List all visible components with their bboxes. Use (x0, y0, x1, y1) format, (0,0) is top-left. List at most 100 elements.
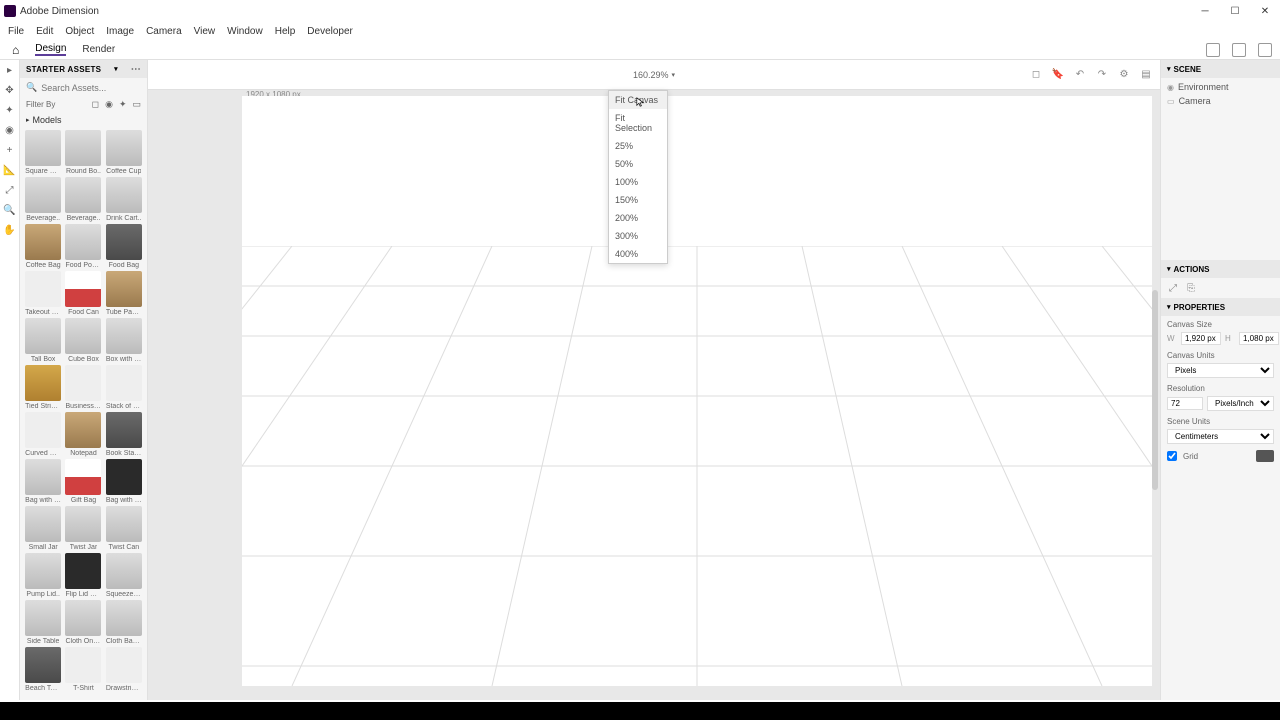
asset-thumb[interactable]: T-Shirt (64, 647, 102, 692)
grid-checkbox[interactable] (1167, 451, 1177, 461)
asset-thumb[interactable]: Round Bo.. (64, 130, 102, 175)
camera-settings-icon[interactable]: ⚙ (1118, 69, 1130, 81)
zoom-50[interactable]: 50% (609, 155, 667, 173)
actions-header[interactable]: ACTIONS (1161, 260, 1280, 278)
add-tool[interactable]: + (4, 144, 16, 156)
zoom-tool[interactable]: 🔍 (4, 204, 16, 216)
tab-design[interactable]: Design (35, 43, 66, 56)
help-icon[interactable] (1232, 43, 1246, 57)
asset-thumb[interactable]: Bag with W.. (24, 459, 62, 504)
menu-file[interactable]: File (8, 26, 24, 37)
asset-thumb[interactable]: Drawstring.. (105, 647, 143, 692)
menu-camera[interactable]: Camera (146, 26, 182, 37)
asset-thumb[interactable]: Food Bag (105, 224, 143, 269)
menu-object[interactable]: Object (65, 26, 94, 37)
asset-thumb[interactable]: Food Pouch (64, 224, 102, 269)
asset-thumb[interactable]: Square Bo.. (24, 130, 62, 175)
action-link-icon[interactable]: ⎘ (1185, 282, 1197, 294)
filter-models-icon[interactable]: ◻ (92, 99, 99, 110)
asset-thumb[interactable]: Book Stan.. (105, 412, 143, 457)
height-input[interactable] (1239, 332, 1279, 345)
orbit-tool[interactable]: ⤢ (4, 184, 16, 196)
minimize-button[interactable]: ─ (1190, 0, 1220, 22)
menu-view[interactable]: View (194, 26, 216, 37)
search-input[interactable] (41, 83, 148, 93)
asset-thumb[interactable]: Business C.. (64, 365, 102, 410)
action-resize-icon[interactable]: ⤢ (1167, 282, 1179, 294)
menu-image[interactable]: Image (106, 26, 134, 37)
scene-header[interactable]: SCENE (1161, 60, 1280, 78)
models-section[interactable]: Models (20, 112, 147, 128)
canvas-area[interactable]: Tutorial_Tiny_Teacups* 160.29% ▾ ◻ 🔖 ↶ ↷… (148, 60, 1160, 700)
wand-tool[interactable]: ✦ (4, 104, 16, 116)
width-input[interactable] (1181, 332, 1221, 345)
asset-thumb[interactable]: Cloth Back.. (105, 600, 143, 645)
zoom-200[interactable]: 200% (609, 209, 667, 227)
menu-help[interactable]: Help (275, 26, 296, 37)
asset-thumb[interactable]: Cube Box (64, 318, 102, 363)
asset-thumb[interactable]: Twist Jar (64, 506, 102, 551)
asset-thumb[interactable]: Coffee Cup (105, 130, 143, 175)
asset-thumb[interactable]: Coffee Bag (24, 224, 62, 269)
filter-materials-icon[interactable]: ◉ (105, 99, 113, 110)
panel-menu-icon[interactable]: ⋯ (131, 64, 141, 75)
menu-developer[interactable]: Developer (307, 26, 353, 37)
asset-thumb[interactable]: Stack of Ca.. (105, 365, 143, 410)
filter-lights-icon[interactable]: ✦ (119, 99, 127, 110)
asset-thumb[interactable]: Gift Bag (64, 459, 102, 504)
asset-thumb[interactable]: Pump Lid.. (24, 553, 62, 598)
zoom-control[interactable]: 160.29% ▾ (633, 70, 675, 80)
home-icon[interactable]: ⌂ (12, 43, 19, 57)
resolution-unit-select[interactable]: Pixels/Inch (1207, 396, 1274, 411)
close-button[interactable]: ✕ (1250, 0, 1280, 22)
zoom-25[interactable]: 25% (609, 137, 667, 155)
hand-tool[interactable]: ✋ (4, 224, 16, 236)
zoom-fit-canvas[interactable]: Fit Canvas (609, 91, 667, 109)
asset-thumb[interactable]: Box with O.. (105, 318, 143, 363)
scene-environment[interactable]: ◉Environment (1167, 80, 1274, 94)
grid-color-swatch[interactable] (1256, 450, 1274, 462)
properties-header[interactable]: PROPERTIES (1161, 298, 1280, 316)
asset-thumb[interactable]: Twist Can (105, 506, 143, 551)
asset-thumb[interactable]: Curved Pla.. (24, 412, 62, 457)
bookmark-icon[interactable]: 🔖 (1052, 69, 1064, 81)
zoom-400[interactable]: 400% (609, 245, 667, 263)
render-preview-icon[interactable]: ◻ (1030, 69, 1042, 81)
assets-header[interactable]: STARTER ASSETS ▾ ⋯ (20, 60, 147, 78)
asset-thumb[interactable]: Tube Pack.. (105, 271, 143, 316)
share-icon[interactable] (1206, 43, 1220, 57)
asset-thumb[interactable]: Drink Cart.. (105, 177, 143, 222)
asset-thumb[interactable]: Tied String.. (24, 365, 62, 410)
asset-thumb[interactable]: Side Table (24, 600, 62, 645)
tab-render[interactable]: Render (82, 44, 115, 55)
menu-edit[interactable]: Edit (36, 26, 53, 37)
asset-thumb[interactable]: Beach Tow.. (24, 647, 62, 692)
zoom-100[interactable]: 100% (609, 173, 667, 191)
asset-thumb[interactable]: Beverage.. (64, 177, 102, 222)
filter-images-icon[interactable]: ▭ (132, 99, 141, 110)
scrollbar[interactable] (1152, 290, 1158, 490)
asset-thumb[interactable]: Flip Lid Bo.. (64, 553, 102, 598)
feedback-icon[interactable] (1258, 43, 1272, 57)
asset-thumb[interactable]: Small Jar (24, 506, 62, 551)
redo-icon[interactable]: ↷ (1096, 69, 1108, 81)
resolution-input[interactable] (1167, 397, 1203, 410)
asset-thumb[interactable]: Bag with C.. (105, 459, 143, 504)
asset-thumb[interactable]: Food Can (64, 271, 102, 316)
asset-thumb[interactable]: Tall Box (24, 318, 62, 363)
move-tool[interactable]: ✥ (4, 84, 16, 96)
asset-thumb[interactable]: Notepad (64, 412, 102, 457)
maximize-button[interactable]: ☐ (1220, 0, 1250, 22)
asset-thumb[interactable]: Takeout Box (24, 271, 62, 316)
sampler-tool[interactable]: ◉ (4, 124, 16, 136)
canvas[interactable] (242, 96, 1152, 686)
scene-camera[interactable]: ▭Camera (1167, 94, 1274, 108)
menu-window[interactable]: Window (227, 26, 263, 37)
asset-thumb[interactable]: Squeeze T.. (105, 553, 143, 598)
zoom-fit-selection[interactable]: Fit Selection (609, 109, 667, 137)
view-settings-icon[interactable]: ▤ (1140, 69, 1152, 81)
zoom-300[interactable]: 300% (609, 227, 667, 245)
select-tool[interactable]: ▸ (4, 64, 16, 76)
scene-units-select[interactable]: Centimeters (1167, 429, 1274, 444)
asset-thumb[interactable]: Beverage.. (24, 177, 62, 222)
